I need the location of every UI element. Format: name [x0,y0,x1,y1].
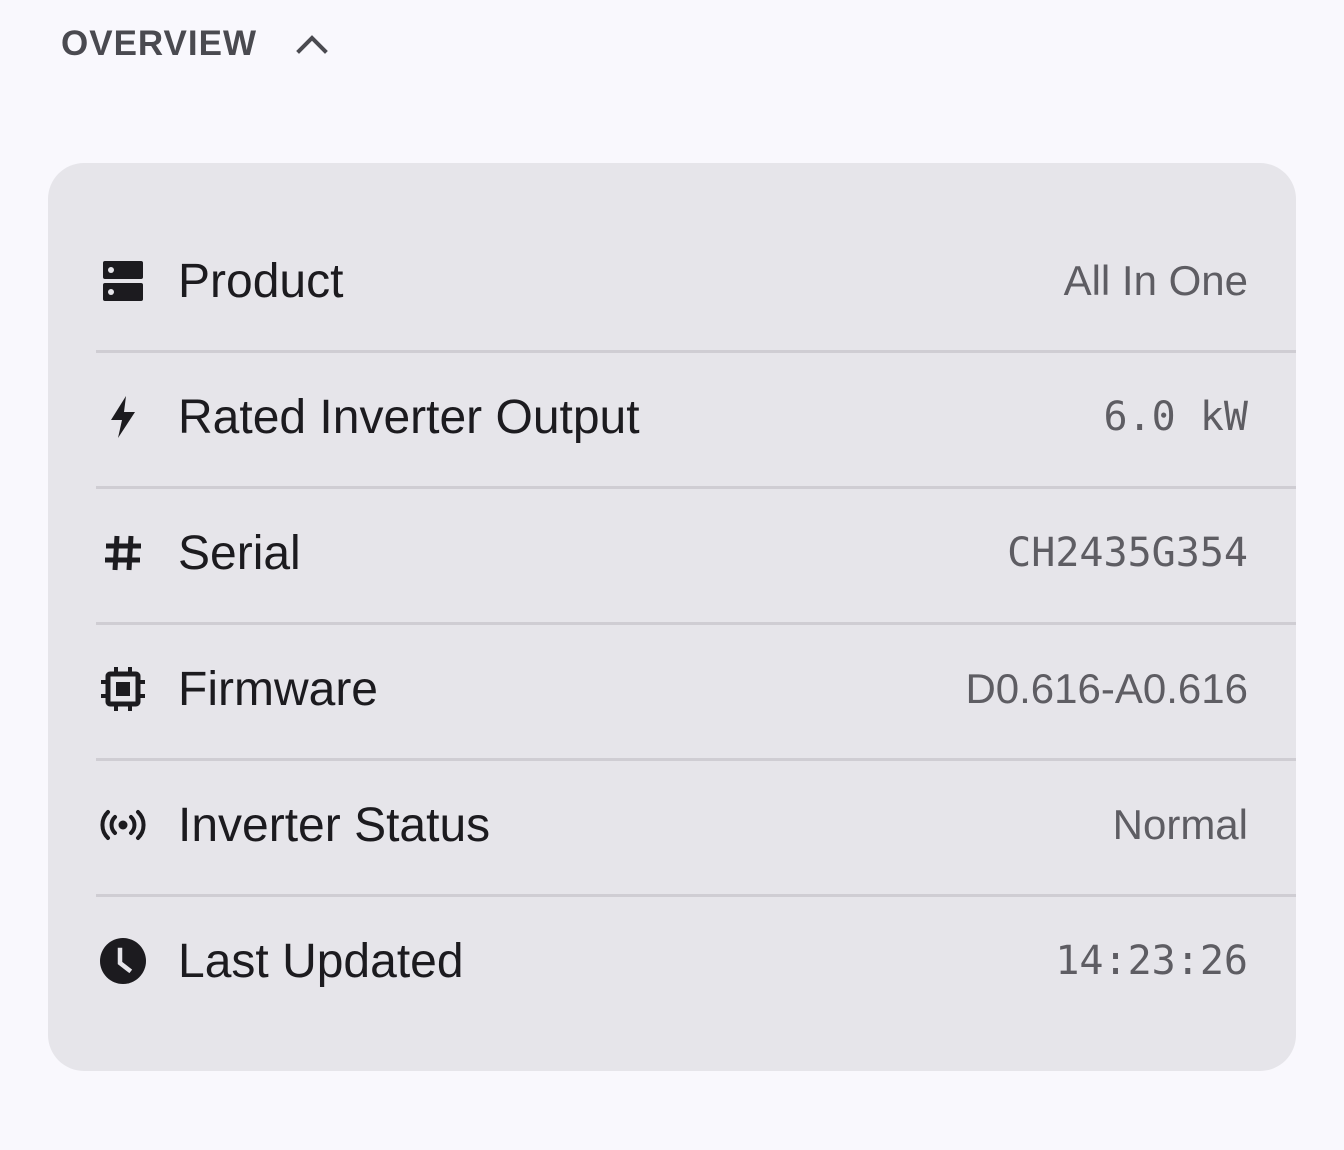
row-value: 14:23:26 [1055,938,1248,984]
overview-card: Product All In One Rated Inverter Output… [48,163,1296,1071]
info-row-serial: Serial CH2435G354 [48,481,1296,625]
server-icon [98,256,148,306]
row-value: All In One [1063,257,1248,304]
row-label: Inverter Status [178,798,491,852]
row-value: 6.0 kW [1103,394,1249,440]
clock-icon [98,936,148,986]
row-value: Normal [1112,801,1248,848]
info-row-product: Product All In One [48,209,1296,353]
info-row-firmware: Firmware D0.616-A0.616 [48,617,1296,761]
hash-icon [98,528,148,578]
row-label: Last Updated [178,934,464,988]
row-label: Product [178,254,344,308]
chevron-up-icon[interactable] [295,27,329,61]
row-label: Serial [178,526,301,580]
row-value: D0.616-A0.616 [965,665,1248,712]
row-label: Rated Inverter Output [178,390,640,444]
info-row-last-updated: Last Updated 14:23:26 [48,889,1296,1033]
overview-page: OVERVIEW Product All In One Rated Invert… [0,0,1344,1150]
row-value: CH2435G354 [1007,530,1248,576]
bolt-icon [98,392,148,442]
broadcast-icon [98,800,148,850]
section-title: OVERVIEW [61,24,258,63]
chip-icon [98,664,148,714]
info-row-rated-output: Rated Inverter Output 6.0 kW [48,345,1296,489]
row-label: Firmware [178,662,378,716]
info-row-inverter-status: Inverter Status Normal [48,753,1296,897]
overview-section-header[interactable]: OVERVIEW [61,22,329,66]
